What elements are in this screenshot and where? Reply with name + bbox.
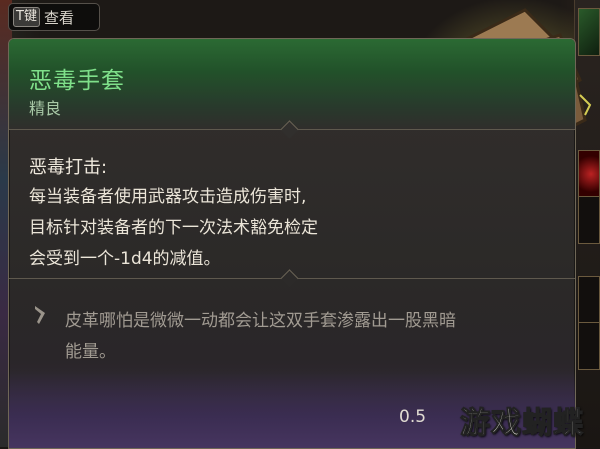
flavor-text-line: 皮革哪怕是微微一动都会让这双手套渗露出一股黑暗: [65, 311, 456, 331]
ability-description-line: 目标针对装备者的下一次法术豁免检定: [29, 218, 318, 238]
item-weight: 0.5: [399, 407, 427, 427]
ability-description-line: 会受到一个-1d4的减值。: [29, 249, 221, 269]
item-rarity: 精良: [29, 99, 62, 118]
ability-description-line: 每当装备者使用武器攻击造成伤害时,: [29, 187, 307, 207]
equipment-slot[interactable]: [578, 322, 600, 370]
site-watermark: 游戏蝴蝶: [460, 406, 584, 442]
item-tooltip: 恶毒手套 精良 恶毒打击: 每当装备者使用武器攻击造成伤害时, 目标针对装备者的…: [8, 38, 576, 449]
inspect-label: 查看: [43, 8, 74, 27]
equipment-slot[interactable]: [578, 276, 600, 324]
item-name: 恶毒手套: [29, 68, 125, 94]
inspect-key-hint[interactable]: T键 查看: [8, 3, 100, 31]
divider-notch: [280, 269, 299, 288]
quill-icon: [35, 306, 45, 324]
flavor-text-line: 能量。: [65, 342, 116, 362]
keyboard-key-badge: T键: [13, 7, 40, 27]
ability-title: 恶毒打击:: [29, 157, 108, 178]
